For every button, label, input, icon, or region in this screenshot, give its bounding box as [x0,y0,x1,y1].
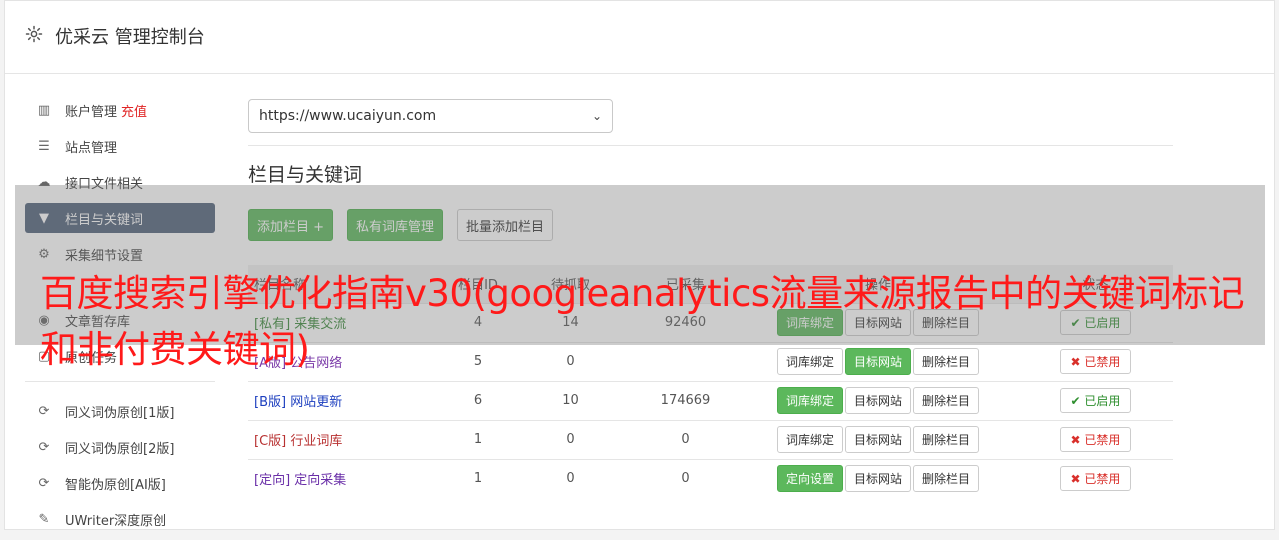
status-cell: ✖ 已禁用 [1018,458,1173,498]
collected-count: 0 [633,458,738,498]
column-name: 网站更新 [290,395,343,410]
delete-column-button[interactable]: 删除栏目 [913,426,980,453]
status-toggle[interactable]: ✖ 已禁用 [1059,466,1132,492]
status-toggle[interactable]: ✔ 已启用 [1059,388,1132,413]
sidebar-item-synonym-v1[interactable]: ⟳ 同义词伪原创[1版] [25,396,215,426]
sidebar-item-label: 智能伪原创[AI版] [65,477,166,493]
column-name: 行业词库 [290,434,343,449]
bind-lib-button[interactable]: 词库绑定 [776,387,843,414]
column-name-cell[interactable]: [定向] 定向采集 [248,458,448,498]
table-row: [B版] 网站更新 6 10 174669 词库绑定 目标网站 删除栏目 ✔ 已启用 [248,380,1173,420]
site-select[interactable]: https://www.ucaiyun.com ⌄ [248,99,613,133]
sidebar-item-synonym-v2[interactable]: ⟳ 同义词伪原创[2版] [25,432,215,462]
status-label: 已禁用 [1084,472,1121,487]
column-name: 定向采集 [294,473,347,489]
status-cell: ✔ 已启用 [1018,380,1173,420]
sidebar-item-ai-rewrite[interactable]: ⟳ 智能伪原创[AI版] [25,468,215,498]
status-toggle[interactable]: ✖ 已禁用 [1059,427,1132,452]
sidebar-item-sites[interactable]: ☰ 站点管理 [25,131,215,161]
sidebar-item-account[interactable]: ▥ 账户管理 充值 [25,95,215,125]
refresh-icon: ⟳ [38,475,50,491]
sidebar-item-label: UWriter深度原创 [65,513,167,529]
app-title: 优采云 管理控制台 [55,27,205,48]
column-id: 6 [448,380,508,420]
status-cell: ✖ 已禁用 [1018,419,1173,459]
sidebar-item-label: 同义词伪原创[2版] [65,441,175,457]
table-row: [C版] 行业词库 1 0 0 词库绑定 目标网站 删除栏目 ✖ 已禁用 [248,419,1173,459]
top-bar: 优采云 管理控制台 [5,1,1274,74]
sidebar-item-label: 站点管理 [65,140,118,156]
refresh-icon: ⟳ [38,403,50,419]
server-icon: ☰ [38,138,50,154]
collected-count: 0 [633,419,738,459]
bar-chart-icon: ▥ [37,102,51,118]
directed-settings-button[interactable]: 定向设置 [776,465,843,493]
collected-count: 174669 [633,380,738,420]
pending-count[interactable]: 0 [508,419,633,459]
ops-cell: 定向设置 目标网站 删除栏目 [738,458,1018,498]
target-site-button[interactable]: 目标网站 [844,465,911,493]
column-name-cell[interactable]: [B版] 网站更新 [248,380,448,420]
refresh-icon: ⟳ [38,439,50,455]
pending-count[interactable]: 10 [508,380,633,420]
chevron-down-icon: ⌄ [591,109,602,123]
divider [248,145,1173,146]
column-id: 1 [448,458,508,498]
column-tag: [C版] [254,434,287,449]
sidebar-item-label: 账户管理 [65,104,118,120]
ops-cell: 词库绑定 目标网站 删除栏目 [738,380,1018,420]
pending-count[interactable]: 0 [508,458,633,498]
target-site-button[interactable]: 目标网站 [844,387,911,414]
column-name-cell[interactable]: [C版] 行业词库 [248,419,448,459]
column-tag: [B版] [254,395,287,410]
status-label: 已禁用 [1084,433,1121,447]
target-site-button[interactable]: 目标网站 [844,426,911,453]
bind-lib-button[interactable]: 词库绑定 [776,426,843,453]
site-select-value: https://www.ucaiyun.com [259,108,437,124]
status-label: 已启用 [1084,394,1121,408]
column-id: 1 [448,419,508,459]
recharge-link[interactable]: 充值 [121,101,147,120]
ops-cell: 词库绑定 目标网站 删除栏目 [738,419,1018,459]
column-tag: [定向] [254,473,291,489]
gear-icon [25,25,43,43]
sidebar-divider [25,381,215,382]
delete-column-button[interactable]: 删除栏目 [913,387,980,414]
overlay-headline: 百度搜索引擎优化指南v30(googleanalytics流量来源报告中的关键词… [40,272,1245,371]
table-row: [定向] 定向采集 1 0 0 定向设置 目标网站 删除栏目 ✖ 已禁用 [248,458,1173,498]
section-title: 栏目与关键词 [248,164,363,186]
sidebar-item-label: 同义词伪原创[1版] [65,405,175,421]
edit-icon: ✎ [38,511,50,527]
delete-column-button[interactable]: 删除栏目 [913,465,980,493]
